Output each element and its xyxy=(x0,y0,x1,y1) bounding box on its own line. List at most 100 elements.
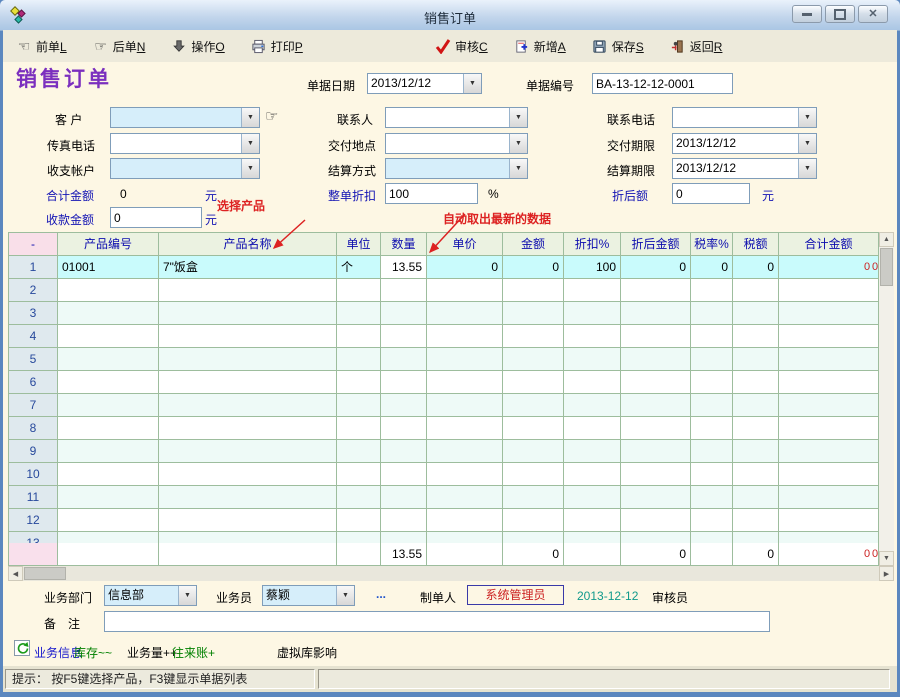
table-cell[interactable] xyxy=(337,325,381,348)
table-row[interactable]: 2 xyxy=(9,279,879,302)
table-row[interactable]: 1010017"饭盒个13.550010000000 xyxy=(9,256,879,279)
chevron-down-icon[interactable]: ▼ xyxy=(798,108,816,127)
table-cell[interactable] xyxy=(779,532,879,543)
row-number-cell[interactable]: 6 xyxy=(9,371,58,394)
table-cell[interactable] xyxy=(733,417,779,440)
column-header[interactable]: 金额 xyxy=(503,233,564,256)
table-cell[interactable] xyxy=(159,394,337,417)
table-cell[interactable] xyxy=(691,486,733,509)
table-cell[interactable] xyxy=(427,463,503,486)
table-cell[interactable] xyxy=(621,532,691,543)
table-cell[interactable] xyxy=(691,348,733,371)
table-cell[interactable] xyxy=(779,302,879,325)
table-cell[interactable] xyxy=(779,463,879,486)
table-cell[interactable] xyxy=(621,302,691,325)
title-bar[interactable]: 销售订单 ✕ xyxy=(0,0,900,31)
table-cell[interactable] xyxy=(503,509,564,532)
table-cell[interactable]: 7"饭盒 xyxy=(159,256,337,279)
salesman-combo[interactable]: 蔡颖▼ xyxy=(262,585,355,606)
table-cell[interactable] xyxy=(427,279,503,302)
table-cell[interactable] xyxy=(337,394,381,417)
table-cell[interactable] xyxy=(621,463,691,486)
table-cell[interactable]: 100 xyxy=(564,256,621,279)
row-number-cell[interactable]: 2 xyxy=(9,279,58,302)
table-cell[interactable] xyxy=(381,532,427,543)
table-cell[interactable] xyxy=(564,348,621,371)
table-cell[interactable] xyxy=(621,348,691,371)
table-cell[interactable] xyxy=(691,532,733,543)
table-cell[interactable] xyxy=(503,394,564,417)
table-cell[interactable] xyxy=(733,394,779,417)
table-cell[interactable]: 0 xyxy=(503,256,564,279)
table-cell[interactable] xyxy=(427,486,503,509)
contact-phone-combo[interactable]: ▼ xyxy=(672,107,817,128)
minimize-button[interactable] xyxy=(792,5,822,23)
table-cell[interactable] xyxy=(621,486,691,509)
table-cell[interactable] xyxy=(621,509,691,532)
table-row[interactable]: 13 xyxy=(9,532,879,543)
table-cell[interactable] xyxy=(58,440,159,463)
chevron-down-icon[interactable]: ▼ xyxy=(798,134,816,153)
fax-combo[interactable]: ▼ xyxy=(110,133,260,154)
table-cell[interactable] xyxy=(159,486,337,509)
table-cell[interactable] xyxy=(381,394,427,417)
table-cell[interactable] xyxy=(427,394,503,417)
table-cell[interactable] xyxy=(733,279,779,302)
table-cell[interactable] xyxy=(621,279,691,302)
table-cell[interactable] xyxy=(337,302,381,325)
add-new-button[interactable]: 新增A xyxy=(514,38,566,55)
table-cell[interactable] xyxy=(427,440,503,463)
table-cell[interactable] xyxy=(564,463,621,486)
table-cell[interactable]: 个 xyxy=(337,256,381,279)
table-cell[interactable] xyxy=(733,532,779,543)
remark-input[interactable] xyxy=(104,611,770,632)
table-cell[interactable] xyxy=(337,279,381,302)
column-header[interactable]: 折扣% xyxy=(564,233,621,256)
table-cell[interactable] xyxy=(159,302,337,325)
table-cell[interactable] xyxy=(621,371,691,394)
table-cell[interactable] xyxy=(564,486,621,509)
row-number-cell[interactable]: 12 xyxy=(9,509,58,532)
table-cell[interactable] xyxy=(733,509,779,532)
table-cell[interactable] xyxy=(381,463,427,486)
table-cell[interactable] xyxy=(503,348,564,371)
table-cell[interactable] xyxy=(691,302,733,325)
column-header[interactable]: - xyxy=(9,233,58,256)
account-combo[interactable]: ▼ xyxy=(110,158,260,179)
settle-method-combo[interactable]: ▼ xyxy=(385,158,528,179)
chevron-down-icon[interactable]: ▼ xyxy=(178,586,196,605)
table-cell[interactable] xyxy=(779,440,879,463)
table-cell[interactable] xyxy=(159,440,337,463)
table-cell[interactable] xyxy=(564,325,621,348)
table-cell[interactable] xyxy=(691,463,733,486)
table-cell[interactable]: 01001 xyxy=(58,256,159,279)
table-cell[interactable] xyxy=(733,371,779,394)
table-cell[interactable] xyxy=(779,325,879,348)
table-cell[interactable] xyxy=(337,348,381,371)
row-number-cell[interactable]: 11 xyxy=(9,486,58,509)
row-number-cell[interactable]: 13 xyxy=(9,532,58,543)
column-header[interactable]: 数量 xyxy=(381,233,427,256)
table-cell[interactable] xyxy=(427,348,503,371)
table-cell[interactable] xyxy=(779,509,879,532)
settle-date-combo[interactable]: 2013/12/12▼ xyxy=(672,158,817,179)
chevron-down-icon[interactable]: ▼ xyxy=(509,159,527,178)
chevron-down-icon[interactable]: ▼ xyxy=(509,134,527,153)
return-button[interactable]: 返回R xyxy=(670,38,723,55)
table-cell[interactable] xyxy=(159,417,337,440)
chevron-down-icon[interactable]: ▼ xyxy=(241,108,259,127)
table-cell[interactable] xyxy=(564,302,621,325)
table-cell[interactable] xyxy=(381,325,427,348)
table-cell[interactable] xyxy=(503,325,564,348)
table-cell[interactable]: 0 xyxy=(733,256,779,279)
table-cell[interactable] xyxy=(159,463,337,486)
table-cell[interactable] xyxy=(159,348,337,371)
scroll-left-icon[interactable]: ◀ xyxy=(8,566,23,581)
table-cell[interactable] xyxy=(691,279,733,302)
table-cell[interactable] xyxy=(691,394,733,417)
table-row[interactable]: 11 xyxy=(9,486,879,509)
table-cell[interactable] xyxy=(58,348,159,371)
table-cell[interactable] xyxy=(621,325,691,348)
table-cell[interactable] xyxy=(159,371,337,394)
table-cell[interactable] xyxy=(427,302,503,325)
